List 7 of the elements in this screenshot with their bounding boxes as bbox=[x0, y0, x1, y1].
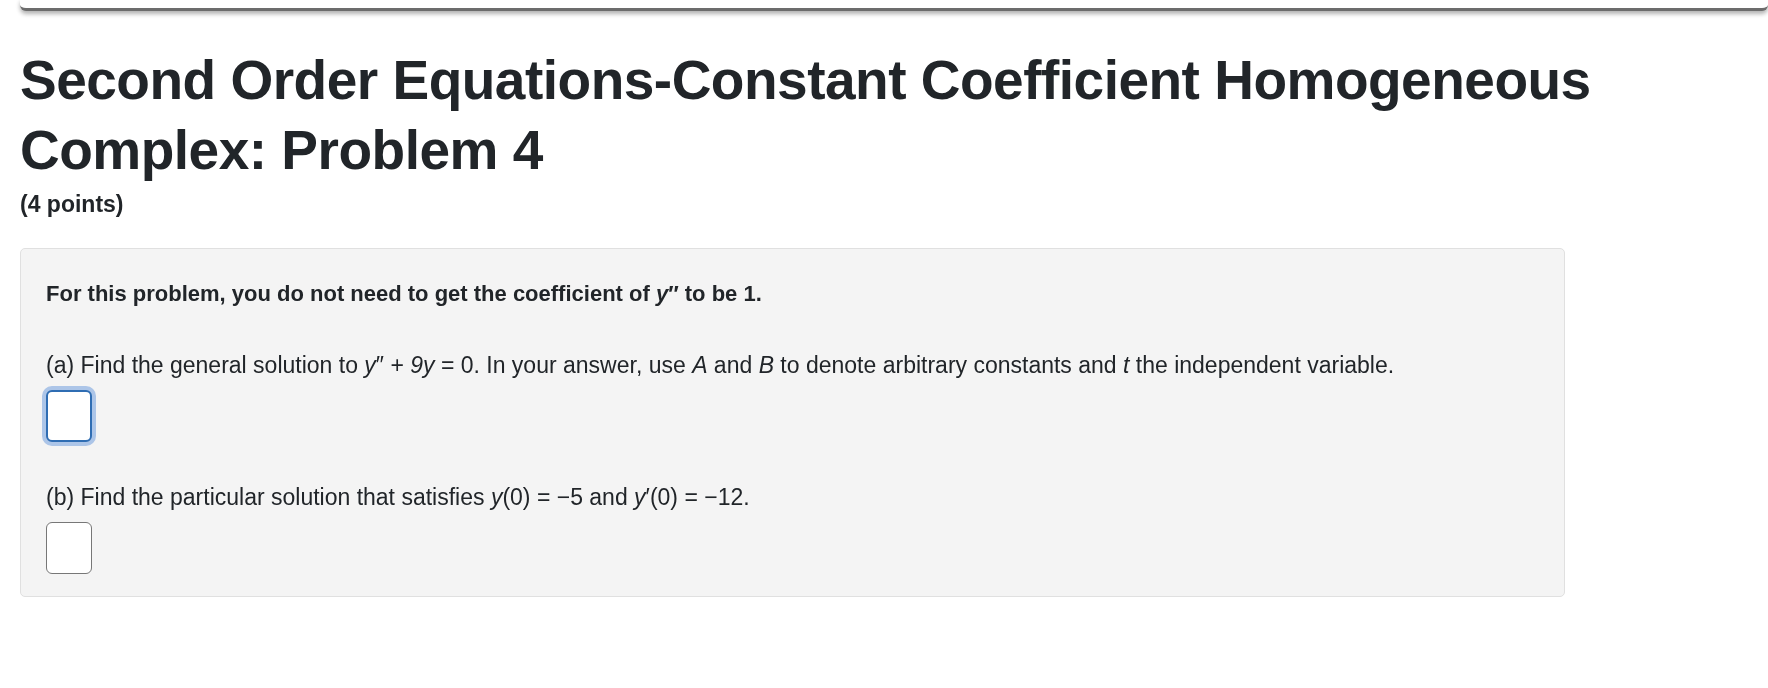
question-text: (b) Find the particular solution that satisfies y(0) = −5 and y′(0) = −12. bbox=[46, 482, 751, 512]
page-title: Second Order Equations-Constant Coefficient Homogeneous Complex: Problem 4 bbox=[20, 48, 1592, 183]
answer-field[interactable] bbox=[46, 389, 92, 442]
answer-field[interactable] bbox=[46, 521, 92, 574]
problem-instruction: For this problem, you do not need to get the coefficient of y″ to be 1. bbox=[46, 279, 763, 308]
question-text: (a) Find the general solution to y″ + 9y = 0. In your answer, use A and B to denote arbitrary constants and t the independent variable. bbox=[46, 350, 1396, 380]
points-label: (4 points) bbox=[20, 190, 125, 219]
